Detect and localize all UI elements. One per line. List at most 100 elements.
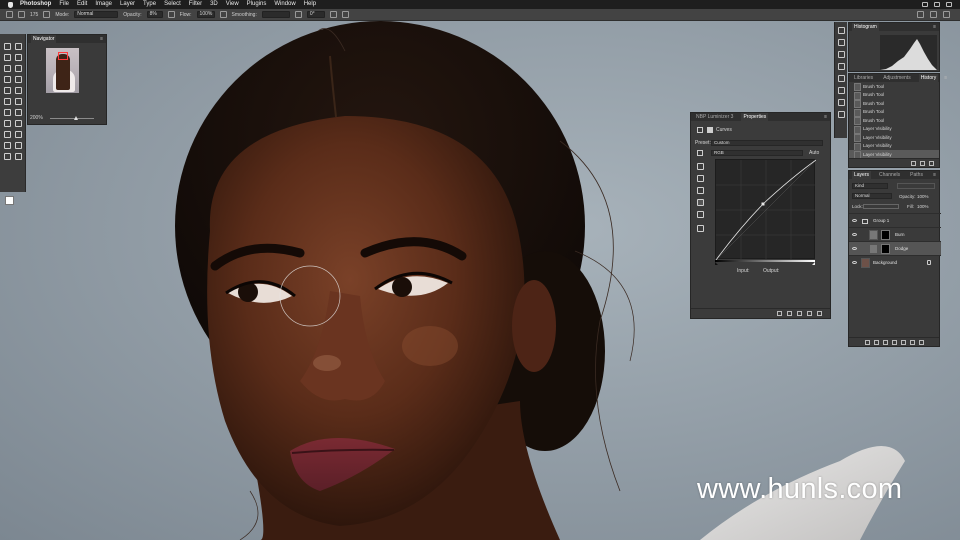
menu-window[interactable]: Window — [274, 0, 295, 9]
panel-menu-icon[interactable]: ≡ — [933, 24, 936, 30]
curve-edit-points-icon[interactable] — [697, 199, 704, 206]
layer-row-group[interactable]: Group 1 — [849, 213, 941, 227]
menu-edit[interactable]: Edit — [77, 0, 87, 9]
notification-icon[interactable] — [946, 2, 952, 7]
symmetry-icon[interactable] — [341, 11, 349, 18]
history-step[interactable]: Brush Tool — [849, 91, 939, 99]
workspace-icon[interactable] — [930, 11, 937, 18]
pressure-opacity-icon[interactable] — [167, 11, 175, 18]
pressure-size-icon[interactable] — [329, 11, 337, 18]
flow-field[interactable]: 100% — [196, 11, 215, 18]
menu-type[interactable]: Type — [143, 0, 156, 9]
nbp-plugin-icon[interactable] — [838, 99, 845, 106]
tab-paths[interactable]: Paths — [908, 171, 925, 179]
move-tool-icon[interactable] — [2, 42, 11, 50]
blur-tool-icon[interactable] — [13, 108, 22, 116]
input-gradient-bar[interactable] — [715, 260, 815, 265]
mode-select[interactable]: Normal — [74, 11, 119, 18]
clone-stamp-tool-icon[interactable] — [13, 86, 22, 94]
visibility-eye-icon[interactable] — [852, 219, 857, 222]
quick-select-tool-icon[interactable] — [13, 53, 22, 61]
history-step[interactable]: Brush Tool — [849, 116, 939, 125]
lasso-tool-icon[interactable] — [2, 53, 11, 61]
menu-image[interactable]: Image — [95, 0, 112, 9]
preset-select[interactable]: Custom — [711, 140, 823, 146]
curve-warning-icon[interactable] — [697, 225, 704, 232]
new-group-icon[interactable] — [900, 339, 906, 345]
brushes-icon[interactable] — [838, 75, 845, 82]
view-previous-icon[interactable] — [787, 311, 792, 316]
smoothing-field[interactable] — [261, 11, 290, 18]
auto-button[interactable]: Auto — [809, 150, 819, 156]
marquee-tool-icon[interactable] — [13, 42, 22, 50]
menu-help[interactable]: Help — [304, 0, 316, 9]
history-step[interactable]: Brush Tool — [849, 108, 939, 116]
tab-nbp-luminizer[interactable]: NBP Luminizer 3 — [694, 113, 735, 121]
new-document-from-state-icon[interactable] — [911, 160, 916, 166]
gradient-tool-icon[interactable] — [2, 108, 11, 116]
crop-tool-icon[interactable] — [2, 64, 11, 72]
snapshot-camera-icon[interactable] — [920, 160, 925, 166]
clone-source-icon[interactable] — [838, 111, 845, 118]
navigator-thumbnail[interactable] — [46, 48, 79, 93]
opacity-field[interactable]: 8% — [146, 11, 163, 18]
trash-icon[interactable] — [817, 311, 822, 316]
eyedropper-tool-icon[interactable] — [2, 75, 11, 83]
info-icon[interactable] — [838, 27, 845, 34]
visibility-eye-icon[interactable] — [852, 233, 857, 236]
eraser-tool-icon[interactable] — [13, 97, 22, 105]
layer-fill-field[interactable]: 100% — [917, 204, 929, 209]
menu-select[interactable]: Select — [164, 0, 181, 9]
tab-properties[interactable]: Properties — [741, 113, 769, 121]
healing-tool-icon[interactable] — [13, 75, 22, 83]
layer-filter-select[interactable]: Kind — [852, 183, 888, 189]
lock-options-icons[interactable] — [863, 204, 899, 209]
tab-channels[interactable]: Channels — [877, 171, 902, 179]
visibility-eye-icon[interactable] — [852, 261, 857, 264]
history-step[interactable]: Brush Tool — [849, 82, 939, 91]
panel-menu-icon[interactable]: ≡ — [824, 114, 827, 120]
layer-row-background[interactable]: Background — [849, 255, 941, 269]
layer-filter-icons[interactable] — [897, 183, 935, 189]
layer-style-fx-icon[interactable] — [873, 339, 879, 345]
history-step[interactable]: Layer Visibility — [849, 142, 939, 150]
panel-menu-icon[interactable]: ≡ — [944, 75, 947, 81]
shape-tool-icon[interactable] — [2, 141, 11, 149]
navigator-zoom-slider[interactable] — [50, 116, 94, 120]
menu-photoshop[interactable]: Photoshop — [20, 0, 51, 9]
type-tool-icon[interactable] — [2, 130, 11, 138]
menu-filter[interactable]: Filter — [189, 0, 202, 9]
more-tools-icon[interactable] — [13, 152, 22, 160]
search-icon[interactable] — [934, 2, 940, 7]
new-layer-icon[interactable] — [909, 339, 915, 345]
brush-tool-icon[interactable] — [18, 11, 25, 18]
brush-settings-icon[interactable] — [43, 11, 51, 18]
layer-thumbnail[interactable] — [869, 230, 878, 240]
zoom-slider-handle[interactable] — [74, 116, 78, 120]
share-icon[interactable] — [943, 11, 950, 18]
tab-libraries[interactable]: Libraries — [852, 74, 875, 82]
curves-graph[interactable] — [715, 159, 817, 261]
foreground-color-swatch[interactable] — [5, 196, 14, 205]
layer-opacity-field[interactable]: 100% — [917, 194, 929, 199]
layer-mask-thumbnail[interactable] — [881, 244, 890, 254]
layer-thumbnail[interactable] — [861, 258, 870, 268]
history-step[interactable]: Layer Visibility — [849, 133, 939, 142]
visibility-eye-icon[interactable] — [807, 311, 812, 316]
tab-navigator[interactable]: Navigator — [31, 35, 57, 43]
airbrush-icon[interactable] — [219, 11, 227, 18]
home-icon[interactable] — [6, 11, 13, 18]
on-image-adjust-icon[interactable] — [697, 150, 703, 156]
visibility-eye-icon[interactable] — [852, 247, 857, 250]
tab-histogram[interactable]: Histogram — [852, 23, 879, 31]
layer-mask-thumbnail[interactable] — [881, 230, 890, 240]
mask-icon[interactable] — [707, 127, 713, 133]
dodge-tool-icon[interactable] — [2, 119, 11, 127]
layer-thumbnail[interactable] — [869, 244, 878, 254]
actions-play-icon[interactable] — [838, 63, 845, 70]
swatches-icon[interactable] — [838, 87, 845, 94]
tab-layers[interactable]: Layers — [852, 171, 872, 179]
curve-pencil-icon[interactable] — [697, 211, 704, 218]
eyedropper-white-icon[interactable] — [697, 187, 704, 194]
navigator-view-box[interactable] — [58, 52, 68, 60]
